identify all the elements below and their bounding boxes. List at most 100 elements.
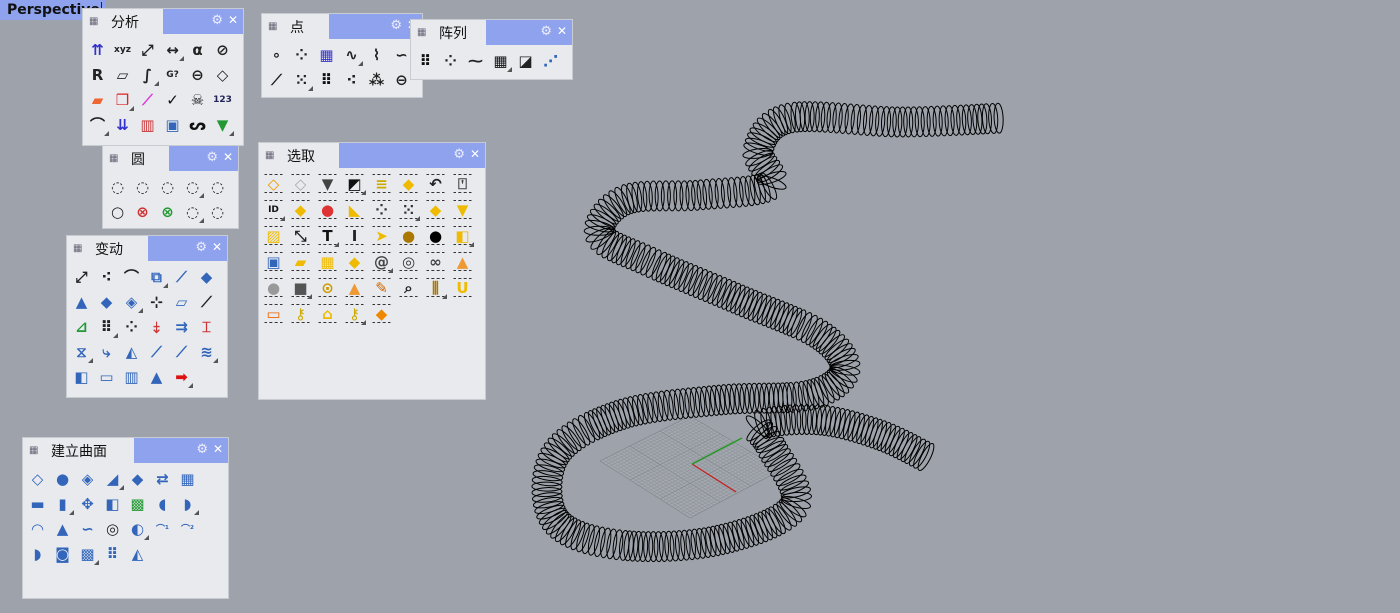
select-brush-icon[interactable]: ✎: [370, 276, 393, 299]
select-cone-icon[interactable]: ▼: [451, 198, 474, 221]
box-edit-icon[interactable]: ◆: [195, 265, 218, 288]
single-point-icon[interactable]: ∘: [265, 43, 288, 66]
select-render-icon[interactable]: ●: [424, 224, 447, 247]
circle-2pt-icon[interactable]: ◌: [131, 175, 154, 198]
select-planar-icon[interactable]: ▰: [289, 250, 312, 273]
histogram-icon[interactable]: ▥: [136, 113, 159, 136]
close-icon[interactable]: ✕: [228, 13, 238, 27]
select-box-icon[interactable]: ◆: [343, 250, 366, 273]
loft-icon[interactable]: ◢: [101, 467, 124, 490]
gear-icon[interactable]: ⚙: [540, 24, 552, 39]
select-all-icon[interactable]: ◇: [262, 172, 285, 195]
invert-selection-icon[interactable]: ◩: [343, 172, 366, 195]
divide-curve-icon[interactable]: ⌇: [365, 43, 388, 66]
select-none-icon[interactable]: ◇: [289, 172, 312, 195]
deviation-icon[interactable]: ⊖: [186, 63, 209, 86]
red-arrow-icon[interactable]: ➡: [170, 365, 193, 388]
group-icon[interactable]: ⧉: [145, 265, 168, 288]
select-id-icon[interactable]: ID: [262, 198, 285, 221]
grid-dots-icon[interactable]: ⠿: [315, 68, 338, 91]
numbering-icon[interactable]: 123: [211, 88, 234, 111]
multiple-points-icon[interactable]: ⁘: [290, 43, 313, 66]
draft-angle-icon[interactable]: ⇊: [111, 113, 134, 136]
point-check-icon[interactable]: ⟋: [136, 88, 159, 111]
select-fence-icon[interactable]: ⫼: [424, 276, 447, 299]
toolbar-header[interactable]: ⚙ ✕: [163, 9, 243, 34]
random-points-icon[interactable]: ⁂: [365, 68, 388, 91]
select-mesh-icon[interactable]: ▣: [262, 250, 285, 273]
shear-icon[interactable]: ▱: [170, 290, 193, 313]
scale-1d-icon[interactable]: ⟋: [170, 265, 193, 288]
circle-deformable-icon[interactable]: ◌: [206, 175, 229, 198]
torus-icon[interactable]: ◎: [101, 517, 124, 540]
mirror-icon[interactable]: ▲: [70, 290, 93, 313]
point-grid-icon[interactable]: ▦: [315, 43, 338, 66]
rectangle-plane-icon[interactable]: ▮: [51, 492, 74, 515]
dome-icon[interactable]: ◠: [26, 517, 49, 540]
gear-icon[interactable]: ⚙: [195, 240, 207, 255]
fillet-icon[interactable]: ◗: [26, 542, 49, 565]
set-points-icon[interactable]: ⊿: [70, 315, 93, 338]
paint-icon[interactable]: ▼: [211, 113, 234, 136]
curvature-circle-icon[interactable]: ⌒: [86, 113, 109, 136]
array-icon[interactable]: ⠿: [95, 315, 118, 338]
select-spiral-icon[interactable]: @: [370, 250, 393, 273]
rect-array-icon[interactable]: ⠿: [414, 49, 437, 72]
curvature-analysis-icon[interactable]: ❒: [111, 88, 134, 111]
move-icon[interactable]: ⤢: [70, 265, 93, 288]
mesh-collision-icon[interactable]: ▣: [161, 113, 184, 136]
sweep-icon[interactable]: ◆: [126, 467, 149, 490]
bounding-box-icon[interactable]: ▱: [111, 63, 134, 86]
sweep1-icon[interactable]: ⌒¹: [151, 517, 174, 540]
select-chain-icon[interactable]: ∞: [424, 250, 447, 273]
close-icon[interactable]: ✕: [557, 24, 567, 38]
gear-icon[interactable]: ⚙: [453, 147, 465, 162]
diameter-icon[interactable]: ⊘: [211, 38, 234, 61]
pipe-icon[interactable]: ✥: [76, 492, 99, 515]
select-cube-icon[interactable]: ■: [289, 276, 312, 299]
bad-objects-icon[interactable]: ☠: [186, 88, 209, 111]
bend-icon[interactable]: ⌶: [195, 315, 218, 338]
select-solid-icon[interactable]: ◆: [289, 198, 312, 221]
cone-icon[interactable]: ▲: [51, 517, 74, 540]
toolbar-header[interactable]: ⚙ ✕: [486, 20, 572, 45]
select-cube-red-icon[interactable]: ◆: [370, 302, 393, 325]
smooth-icon[interactable]: ≋: [195, 340, 218, 363]
select-sphere-icon[interactable]: ●: [262, 276, 285, 299]
tube-icon[interactable]: ◙: [51, 542, 74, 565]
close-icon[interactable]: ✕: [213, 442, 223, 456]
curvature-graph-icon[interactable]: ∫: [136, 63, 159, 86]
close-icon[interactable]: ✕: [470, 147, 480, 161]
circle-icon[interactable]: ○: [106, 200, 129, 223]
select-light-icon[interactable]: ⍞: [451, 172, 474, 195]
select-color-icon[interactable]: ●: [316, 198, 339, 221]
point-cloud-icon[interactable]: ⁙: [290, 68, 313, 91]
revolve-icon[interactable]: ◖: [151, 492, 174, 515]
select-previous-icon[interactable]: ↶: [424, 172, 447, 195]
xyz-point-icon[interactable]: xyz: [111, 38, 134, 61]
edge-surface-icon[interactable]: ●: [51, 467, 74, 490]
circle-fit-icon[interactable]: ◌: [181, 200, 204, 223]
circle-points-icon[interactable]: ◌: [206, 200, 229, 223]
select-tag-icon[interactable]: ⌂: [316, 302, 339, 325]
polar-array-icon[interactable]: ⁘: [439, 49, 462, 72]
select-zoom-icon[interactable]: ⌕: [397, 276, 420, 299]
toolbar-header[interactable]: ⚙ ✕: [339, 143, 485, 168]
curve-array-icon[interactable]: ⁓: [464, 49, 487, 72]
splop-icon[interactable]: ⟋: [170, 340, 193, 363]
length-icon[interactable]: ⤢: [136, 38, 159, 61]
gear-icon[interactable]: ⚙: [211, 13, 223, 28]
toolbar-tab[interactable]: ▦ 建立曲面: [23, 438, 134, 463]
gear-icon[interactable]: ⚙: [196, 442, 208, 457]
select-group-icon[interactable]: ●: [397, 224, 420, 247]
select-key-icon[interactable]: ⚷: [289, 302, 312, 325]
select-annotation-icon[interactable]: I: [343, 224, 366, 247]
angle-icon[interactable]: α: [186, 38, 209, 61]
planar-icon[interactable]: ⟋: [195, 290, 218, 313]
linear-array-icon[interactable]: ⋰: [539, 49, 562, 72]
toolbar-header[interactable]: ⚙ ✕: [148, 236, 227, 261]
toolbar-header[interactable]: ⚙ ✕: [134, 438, 228, 463]
gear-icon[interactable]: ⚙: [206, 150, 218, 165]
select-point-cloud-icon[interactable]: ⁙: [397, 198, 420, 221]
points-on-curve-icon[interactable]: ⟋: [265, 68, 288, 91]
